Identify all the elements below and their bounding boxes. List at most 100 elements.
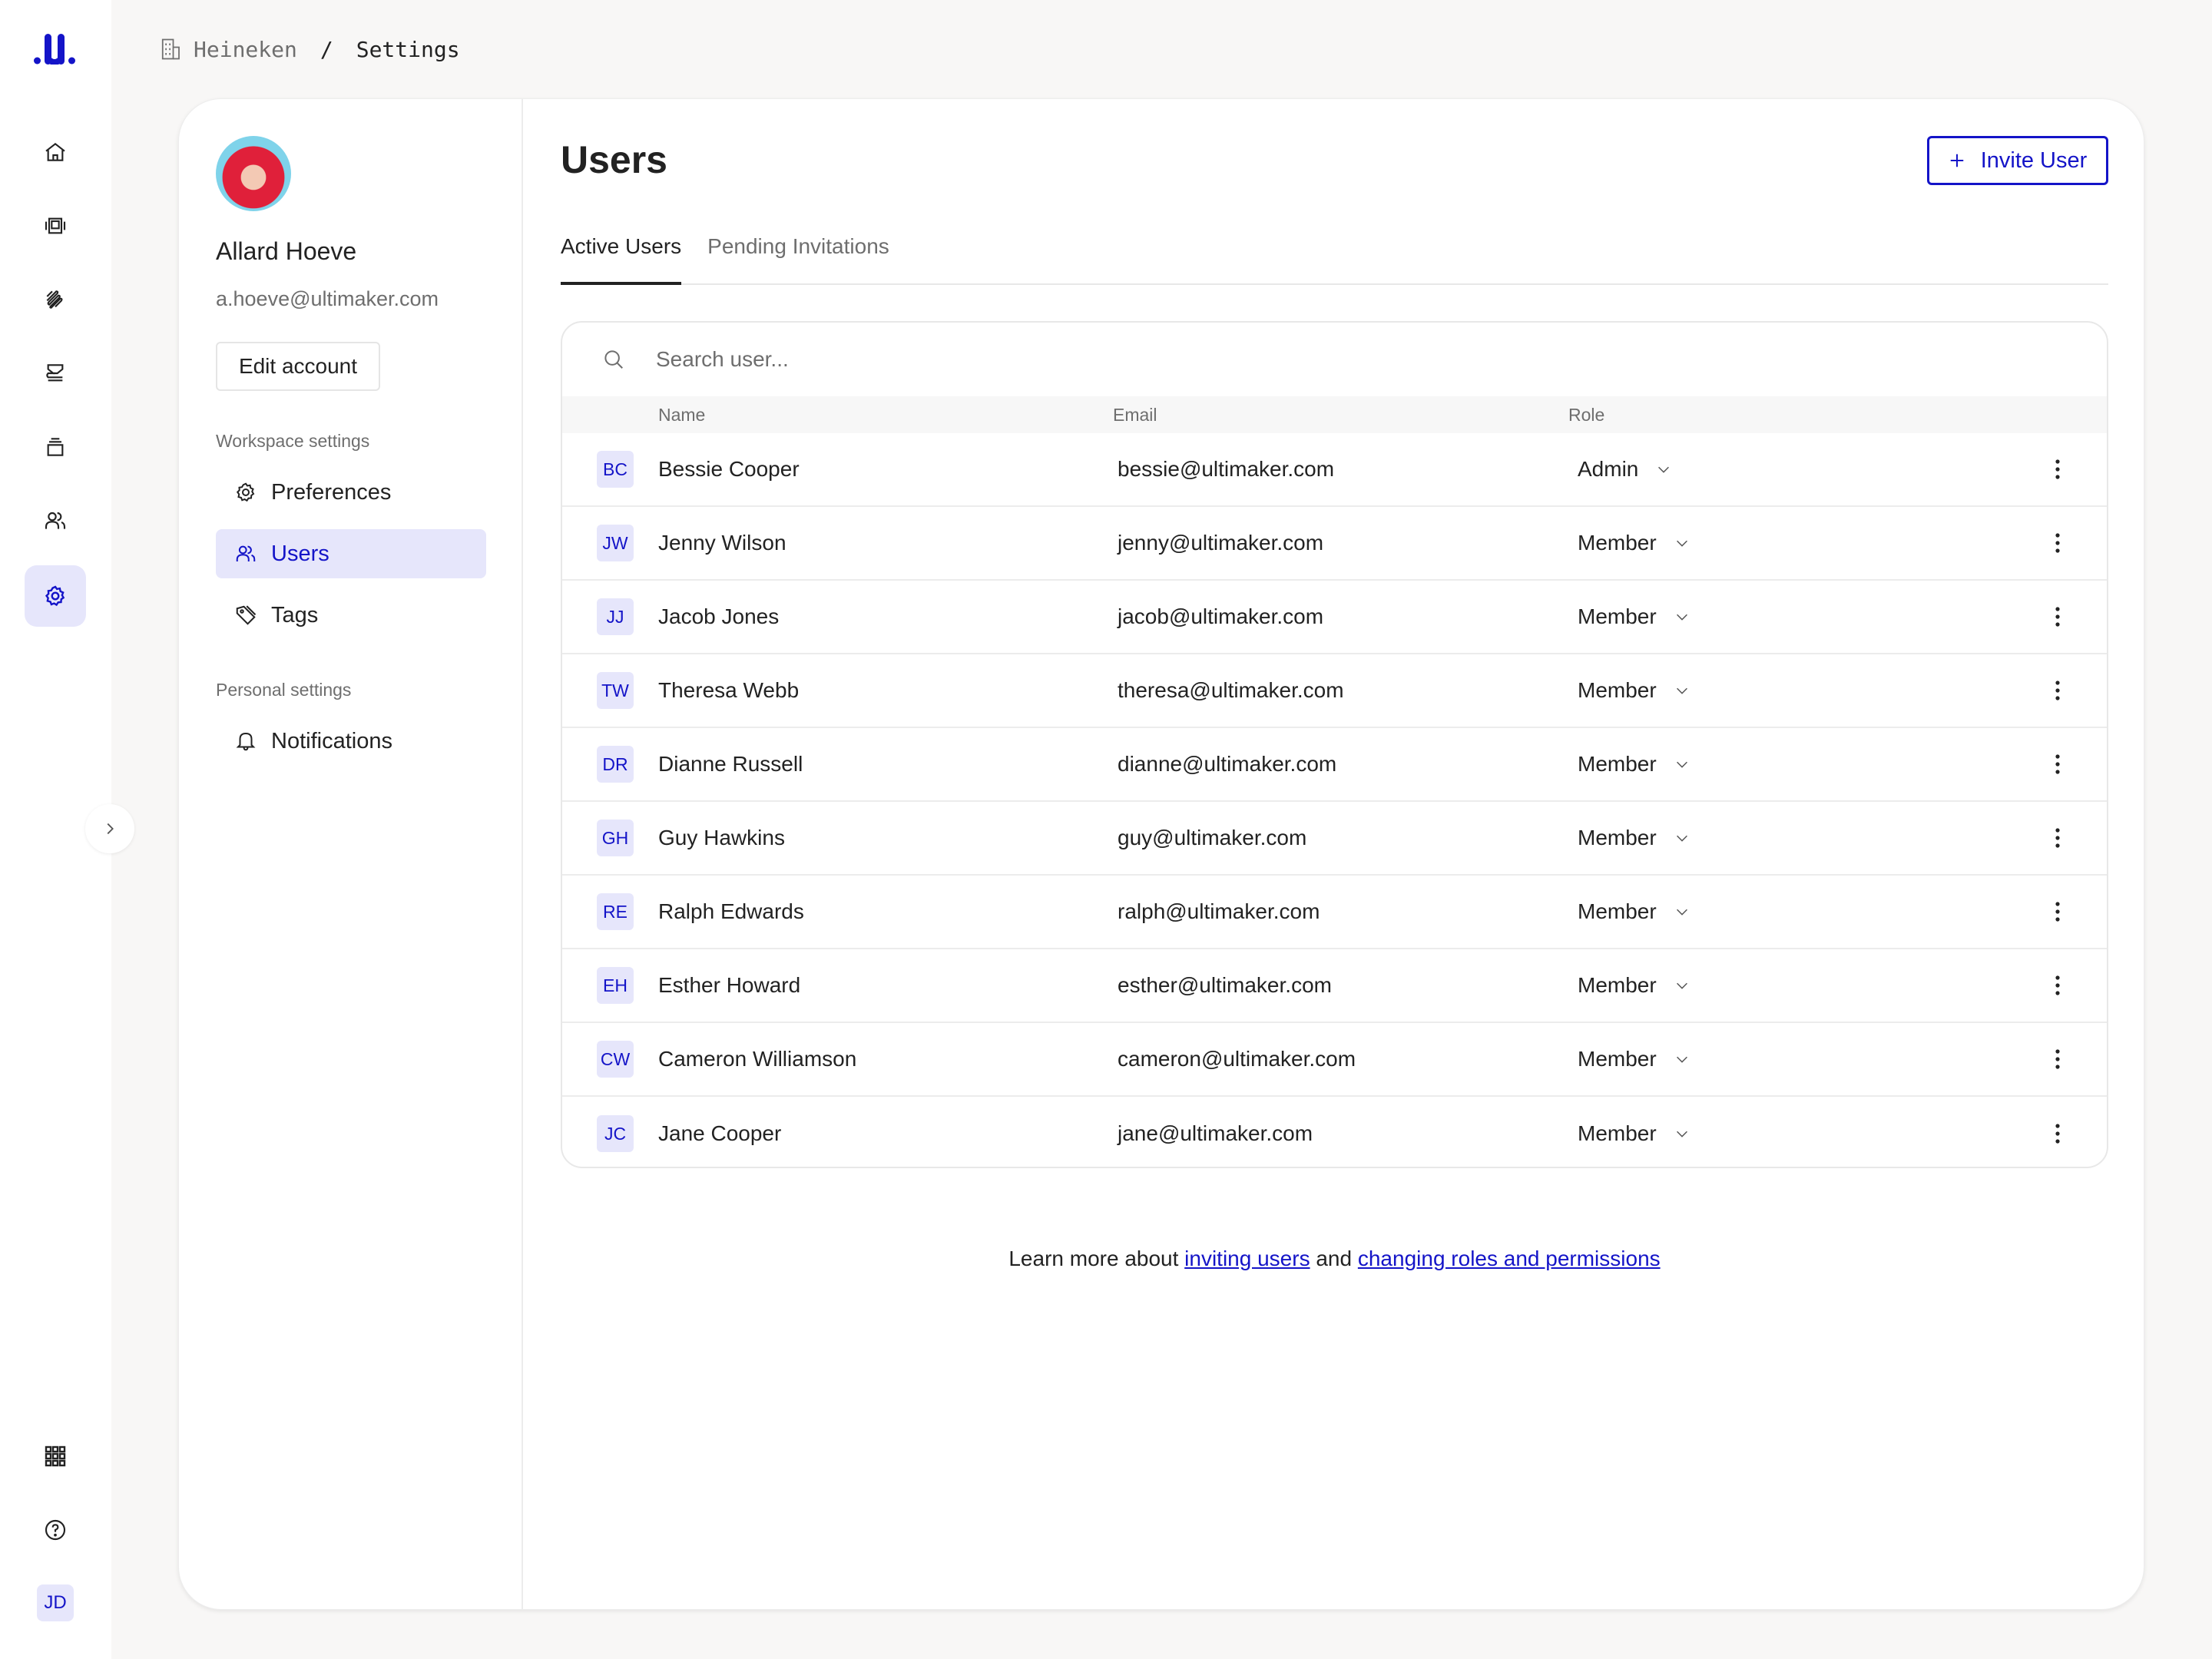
invite-user-button[interactable]: Invite User bbox=[1927, 136, 2108, 185]
column-header-email[interactable]: Email bbox=[1113, 405, 1157, 426]
more-vertical-icon bbox=[2055, 607, 2060, 627]
breadcrumb-organization[interactable]: Heineken bbox=[194, 37, 297, 62]
invite-user-label: Invite User bbox=[1980, 147, 2088, 173]
row-actions-button[interactable] bbox=[2048, 1118, 2067, 1149]
row-actions-button[interactable] bbox=[2048, 896, 2067, 927]
user-name: Jane Cooper bbox=[658, 1121, 782, 1145]
user-email: bessie@ultimaker.com bbox=[1118, 457, 1335, 481]
print-jobs-icon bbox=[46, 364, 64, 382]
table-row: EH Esther Howard esther@ultimaker.com Me… bbox=[562, 949, 2107, 1023]
search-bar bbox=[562, 323, 2107, 396]
row-actions-button[interactable] bbox=[2048, 970, 2067, 1001]
nav-item-label: Users bbox=[271, 541, 329, 566]
role-dropdown[interactable]: Member bbox=[1578, 826, 1690, 850]
rail-team[interactable] bbox=[25, 490, 86, 551]
users-table: Name Email Role BC Bessie Cooper bessie@… bbox=[561, 321, 2108, 1168]
nav-item-users[interactable]: Users bbox=[216, 529, 486, 578]
rail-apps[interactable] bbox=[25, 1426, 86, 1487]
rail-settings[interactable] bbox=[25, 565, 86, 627]
table-row: DR Dianne Russell dianne@ultimaker.com M… bbox=[562, 728, 2107, 802]
edit-account-button[interactable]: Edit account bbox=[216, 342, 380, 391]
breadcrumb-separator: / bbox=[320, 36, 333, 62]
row-actions-button[interactable] bbox=[2048, 749, 2067, 780]
table-row: GH Guy Hawkins guy@ultimaker.com Member bbox=[562, 802, 2107, 876]
user-name: Ralph Edwards bbox=[658, 899, 804, 923]
help-prefix: Learn more about bbox=[1008, 1247, 1185, 1270]
help-footer: Learn more about inviting users and chan… bbox=[561, 1247, 2108, 1271]
profile-name: Allard Hoeve bbox=[216, 237, 357, 265]
row-actions-button[interactable] bbox=[2048, 454, 2067, 485]
role-dropdown[interactable]: Member bbox=[1578, 899, 1690, 924]
column-header-name[interactable]: Name bbox=[658, 405, 705, 426]
nav-item-label: Preferences bbox=[271, 479, 392, 505]
gear-icon bbox=[236, 482, 255, 502]
user-name: Jacob Jones bbox=[658, 604, 780, 628]
profile-avatar bbox=[216, 136, 291, 211]
users-main: Users Invite User Active Users Pending I… bbox=[561, 99, 2108, 1609]
user-avatar[interactable]: JD bbox=[37, 1584, 74, 1621]
roles-permissions-link[interactable]: changing roles and permissions bbox=[1358, 1247, 1661, 1270]
chevron-down-icon bbox=[1676, 614, 1687, 621]
user-email: guy@ultimaker.com bbox=[1118, 826, 1307, 849]
user-initials-avatar: CW bbox=[597, 1041, 634, 1078]
user-name: Esther Howard bbox=[658, 973, 801, 997]
tab-pending-invitations[interactable]: Pending Invitations bbox=[707, 231, 889, 285]
chevron-right-icon bbox=[107, 823, 114, 835]
user-name: Guy Hawkins bbox=[658, 826, 785, 849]
role-dropdown[interactable]: Member bbox=[1578, 752, 1690, 777]
table-row: BC Bessie Cooper bessie@ultimaker.com Ad… bbox=[562, 433, 2107, 507]
user-name: Dianne Russell bbox=[658, 752, 803, 776]
bell-icon bbox=[236, 732, 256, 751]
role-value: Member bbox=[1578, 678, 1657, 702]
user-email: dianne@ultimaker.com bbox=[1118, 752, 1337, 776]
table-row: TW Theresa Webb theresa@ultimaker.com Me… bbox=[562, 654, 2107, 728]
rail-help[interactable] bbox=[25, 1499, 86, 1561]
row-actions-button[interactable] bbox=[2048, 823, 2067, 853]
row-actions-button[interactable] bbox=[2048, 1044, 2067, 1075]
role-dropdown[interactable]: Member bbox=[1578, 531, 1690, 555]
role-dropdown[interactable]: Member bbox=[1578, 1121, 1690, 1146]
row-actions-button[interactable] bbox=[2048, 528, 2067, 558]
nav-item-preferences[interactable]: Preferences bbox=[216, 468, 486, 517]
rail-print-jobs[interactable] bbox=[25, 343, 86, 404]
more-vertical-icon bbox=[2055, 902, 2060, 922]
table-row: JW Jenny Wilson jenny@ultimaker.com Memb… bbox=[562, 507, 2107, 581]
role-dropdown[interactable]: Admin bbox=[1578, 457, 1672, 482]
role-dropdown[interactable]: Member bbox=[1578, 973, 1690, 998]
user-initials-avatar: JW bbox=[597, 525, 634, 561]
role-dropdown[interactable]: Member bbox=[1578, 1047, 1690, 1071]
more-vertical-icon bbox=[2055, 1124, 2060, 1144]
rail-materials[interactable] bbox=[25, 269, 86, 330]
user-email: cameron@ultimaker.com bbox=[1118, 1047, 1356, 1071]
more-vertical-icon bbox=[2055, 533, 2060, 553]
row-actions-button[interactable] bbox=[2048, 601, 2067, 632]
role-value: Member bbox=[1578, 826, 1657, 849]
expand-sidebar-button[interactable] bbox=[85, 804, 134, 853]
column-header-role[interactable]: Role bbox=[1568, 405, 1604, 426]
role-dropdown[interactable]: Member bbox=[1578, 678, 1690, 703]
rail-library[interactable] bbox=[25, 416, 86, 478]
materials-icon bbox=[46, 290, 63, 309]
role-dropdown[interactable]: Member bbox=[1578, 604, 1690, 629]
row-actions-button[interactable] bbox=[2048, 675, 2067, 706]
table-row: RE Ralph Edwards ralph@ultimaker.com Mem… bbox=[562, 876, 2107, 949]
home-icon bbox=[45, 142, 65, 161]
chevron-down-icon bbox=[1676, 540, 1687, 547]
personal-settings-heading: Personal settings bbox=[216, 680, 352, 700]
table-row: CW Cameron Williamson cameron@ultimaker.… bbox=[562, 1023, 2107, 1097]
tab-active-users[interactable]: Active Users bbox=[561, 231, 682, 285]
rail-home[interactable] bbox=[25, 121, 86, 183]
nav-item-notifications[interactable]: Notifications bbox=[216, 717, 486, 766]
user-email: theresa@ultimaker.com bbox=[1118, 678, 1344, 702]
chevron-down-icon bbox=[1658, 466, 1670, 473]
more-vertical-icon bbox=[2055, 680, 2060, 700]
rail-printers[interactable] bbox=[25, 195, 86, 257]
apps-grid-icon bbox=[45, 1445, 66, 1467]
nav-item-tags[interactable]: Tags bbox=[216, 591, 486, 640]
help-icon bbox=[45, 1519, 66, 1541]
profile-email: a.hoeve@ultimaker.com bbox=[216, 287, 439, 310]
inviting-users-link[interactable]: inviting users bbox=[1184, 1247, 1310, 1270]
ultimaker-logo[interactable] bbox=[34, 34, 75, 65]
settings-icon bbox=[45, 585, 65, 607]
search-user-input[interactable] bbox=[656, 347, 2038, 372]
